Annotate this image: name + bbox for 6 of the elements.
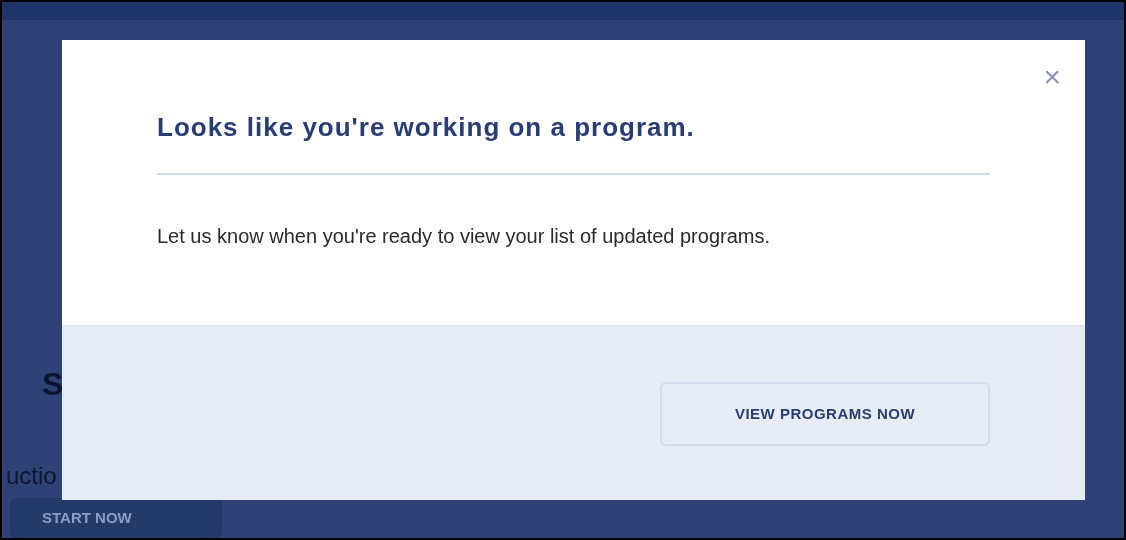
view-programs-button[interactable]: VIEW PROGRAMS NOW — [660, 382, 990, 446]
dialog-message: Let us know when you're ready to view your list of updated programs. — [157, 224, 772, 249]
text-fragment: uctio — [6, 462, 57, 489]
start-now-button[interactable]: START NOW — [10, 498, 222, 538]
dialog-title: Looks like you're working on a program. — [157, 108, 990, 175]
heading-fragment: S — [42, 366, 64, 402]
